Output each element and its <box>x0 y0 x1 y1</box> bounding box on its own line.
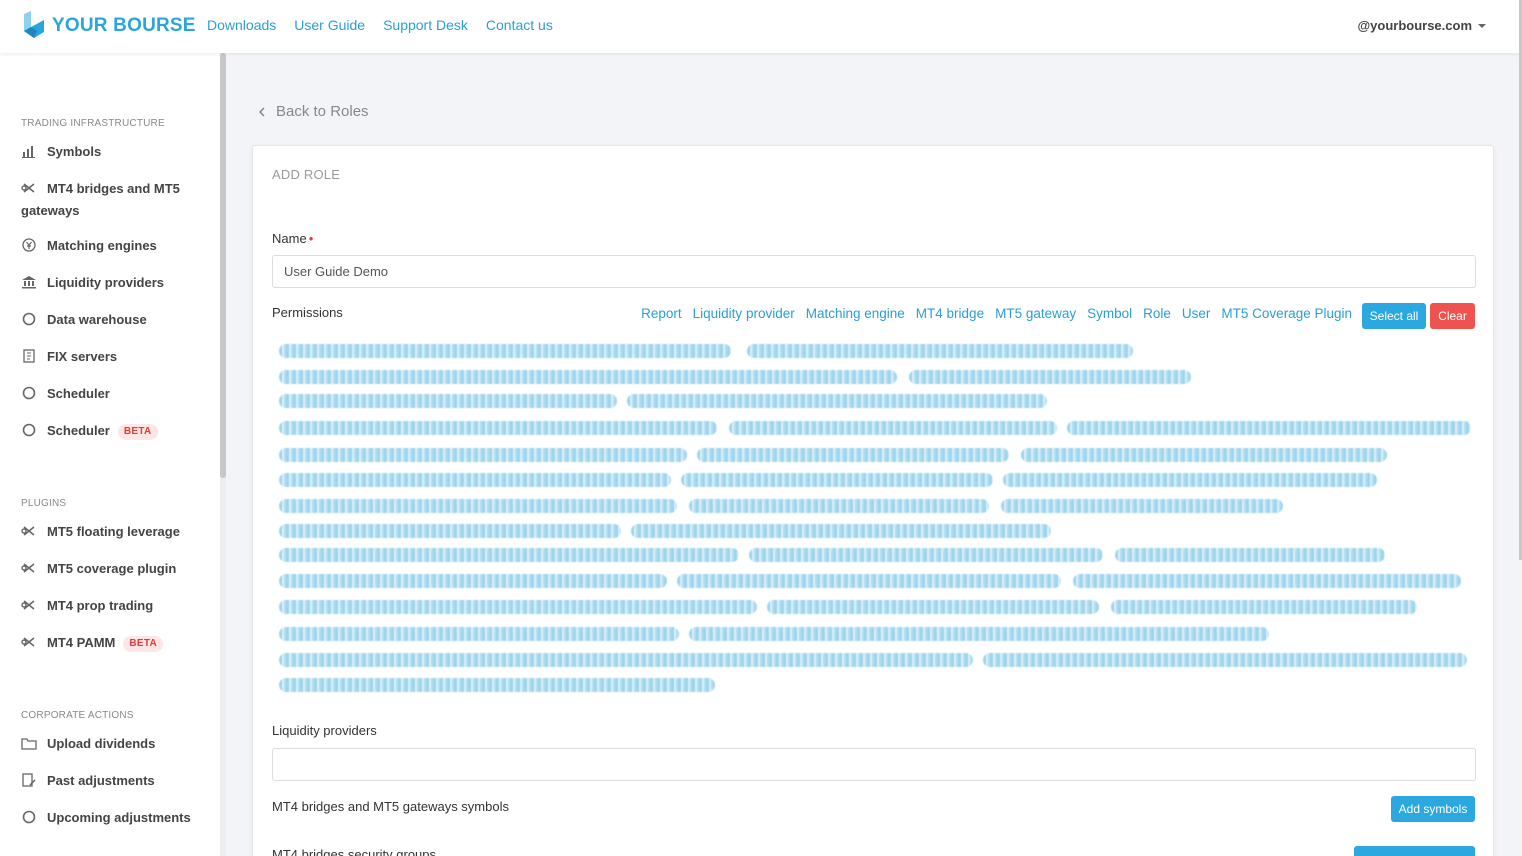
sidebar-item-label: Upcoming adjustments <box>47 810 191 825</box>
sidebar-item-past-adjustments[interactable]: Past adjustments <box>21 770 206 792</box>
sidebar-item-label: Symbols <box>47 144 102 159</box>
sidebar-item-mt4-prop-trading[interactable]: MT4 prop trading <box>21 595 206 617</box>
filter-mt4-bridge[interactable]: MT4 bridge <box>916 306 984 321</box>
bridge-icon <box>21 183 35 193</box>
account-email: @yourbourse.com <box>1357 18 1472 33</box>
filter-mt5-gateway[interactable]: MT5 gateway <box>995 306 1076 321</box>
top-nav: Downloads User Guide Support Desk Contac… <box>207 17 553 33</box>
sidebar-item-scheduler[interactable]: Scheduler <box>21 383 206 405</box>
sidebar-item-mt5-coverage-plugin[interactable]: MT5 coverage plugin <box>21 558 206 580</box>
permissions-label: Permissions <box>272 305 343 320</box>
sidebar-item-upcoming-adjustments[interactable]: Upcoming adjustments <box>21 807 206 829</box>
bridge-icon <box>21 563 35 573</box>
bridge-icon <box>21 526 35 536</box>
sidebar-item-bridges[interactable]: MT4 bridges and MT5 gateways <box>21 178 206 222</box>
sidebar-item-label: Upload dividends <box>47 736 156 751</box>
sidebar-section-title: PLUGINS <box>21 498 67 509</box>
nav-user-guide[interactable]: User Guide <box>294 17 365 33</box>
bridge-icon <box>21 600 35 610</box>
bar-chart-icon <box>22 146 35 158</box>
document-icon <box>23 349 35 363</box>
sidebar-item-scheduler-beta[interactable]: Scheduler BETA <box>21 420 206 442</box>
filter-user[interactable]: User <box>1182 306 1211 321</box>
liquidity-providers-input[interactable] <box>272 748 1476 781</box>
chevron-down-icon <box>1478 24 1486 28</box>
sidebar-item-liquidity-providers[interactable]: Liquidity providers <box>21 272 206 294</box>
card-title: ADD ROLE <box>272 167 341 182</box>
filter-mt5-coverage-plugin[interactable]: MT5 Coverage Plugin <box>1221 306 1352 321</box>
name-label: Name • <box>272 231 313 246</box>
liquidity-providers-label: Liquidity providers <box>272 723 377 738</box>
circle-icon <box>22 423 36 437</box>
sidebar-item-label: MT4 prop trading <box>47 598 154 613</box>
sidebar-item-symbols[interactable]: Symbols <box>21 141 206 163</box>
filter-symbol[interactable]: Symbol <box>1087 306 1132 321</box>
brand-logo[interactable]: YOUR BOURSE <box>22 11 196 41</box>
sidebar-item-mt4-pamm[interactable]: MT4 PAMM BETA <box>21 632 206 654</box>
nav-downloads[interactable]: Downloads <box>207 17 276 33</box>
sidebar-section-title: CORPORATE ACTIONS <box>21 710 134 721</box>
add-role-card: ADD ROLE Name • User Guide Demo Permissio… <box>252 145 1494 856</box>
sidebar-item-upload-dividends[interactable]: Upload dividends <box>21 733 206 755</box>
filter-report[interactable]: Report <box>641 306 682 321</box>
add-symbols-button[interactable]: Add symbols <box>1391 796 1475 822</box>
sidebar-item-mt5-floating-leverage[interactable]: MT5 floating leverage <box>21 521 206 543</box>
clear-button[interactable]: Clear <box>1430 303 1475 329</box>
sidebar-item-matching-engines[interactable]: Matching engines <box>21 235 206 257</box>
required-asterisk: • <box>308 231 314 246</box>
circle-icon <box>22 386 36 400</box>
filter-liquidity-provider[interactable]: Liquidity provider <box>693 306 795 321</box>
folder-icon <box>21 738 37 750</box>
permissions-list-blurred[interactable] <box>277 342 1475 702</box>
circle-icon <box>22 810 36 824</box>
add-security-groups-button[interactable] <box>1354 846 1475 856</box>
nav-contact-us[interactable]: Contact us <box>486 17 553 33</box>
sidebar-item-label: Matching engines <box>47 238 157 253</box>
brand-name: YOUR BOURSE <box>52 15 196 36</box>
sidebar-item-label: Liquidity providers <box>47 275 165 290</box>
sidebar-item-label: Scheduler <box>47 423 110 438</box>
back-label: Back to Roles <box>276 103 369 120</box>
bridges-symbols-label: MT4 bridges and MT5 gateways symbols <box>272 799 509 814</box>
yen-coin-icon <box>22 238 36 252</box>
sidebar-item-label: MT5 coverage plugin <box>47 561 177 576</box>
top-navbar: YOUR BOURSE Downloads User Guide Support… <box>0 0 1522 53</box>
sidebar-item-fix-servers[interactable]: FIX servers <box>21 346 206 368</box>
select-all-button[interactable]: Select all <box>1362 303 1426 329</box>
beta-badge: BETA <box>123 636 164 652</box>
sidebar-scrollbar-thumb[interactable] <box>220 53 226 478</box>
sidebar-item-data-warehouse[interactable]: Data warehouse <box>21 309 206 331</box>
edit-document-icon <box>22 773 36 787</box>
filter-role[interactable]: Role <box>1143 306 1171 321</box>
name-label-text: Name <box>272 231 307 246</box>
account-menu[interactable]: @yourbourse.com <box>1357 18 1486 33</box>
permission-filters: Report Liquidity provider Matching engin… <box>641 306 1352 321</box>
name-input[interactable]: User Guide Demo <box>272 255 1476 288</box>
sidebar-item-label: Data warehouse <box>47 312 147 327</box>
sidebar-item-label: FIX servers <box>47 349 118 364</box>
sidebar-item-label: Past adjustments <box>47 773 155 788</box>
back-to-roles-link[interactable]: Back to Roles <box>258 103 369 120</box>
logo-icon <box>24 11 44 38</box>
sidebar-item-label: MT5 floating leverage <box>47 524 180 539</box>
sidebar-item-label: Scheduler <box>47 386 110 401</box>
chevron-left-icon <box>258 106 265 117</box>
sidebar-section-title: TRADING INFRASTRUCTURE <box>21 118 165 129</box>
bridge-icon <box>21 637 35 647</box>
nav-support-desk[interactable]: Support Desk <box>383 17 468 33</box>
beta-badge: BETA <box>117 424 158 440</box>
security-groups-label: MT4 bridges security groups <box>272 847 437 856</box>
bank-icon <box>22 276 36 289</box>
sidebar-item-label: MT4 bridges and MT5 gateways <box>21 181 180 218</box>
circle-icon <box>22 312 36 326</box>
sidebar-item-label: MT4 PAMM <box>47 635 116 650</box>
filter-matching-engine[interactable]: Matching engine <box>806 306 905 321</box>
